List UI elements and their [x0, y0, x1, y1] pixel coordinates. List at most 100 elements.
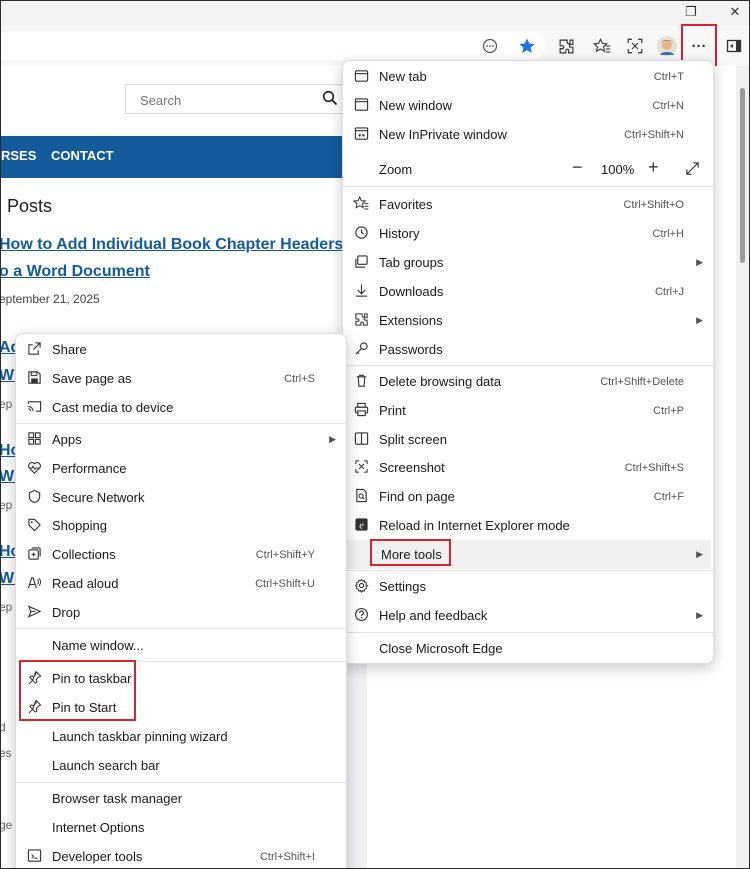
submenu-performance[interactable]: Performance: [16, 454, 346, 483]
menu-tab-groups[interactable]: Tab groups ▶: [343, 248, 713, 277]
menu-new-window[interactable]: New window Ctrl+N: [343, 91, 713, 120]
menu-shortcut: Ctrl+Shift+Delete: [600, 375, 684, 388]
menu-new-inprivate-window[interactable]: New InPrivate window Ctrl+Shift+N: [343, 120, 713, 149]
menu-label: Settings: [379, 579, 426, 594]
menu-delete-browsing-data[interactable]: Delete browsing data Ctrl+Shift+Delete: [343, 367, 713, 396]
collections-icon: [25, 546, 43, 564]
page-scrollbar[interactable]: [736, 66, 749, 868]
menu-shortcut: Ctrl+Shift+I: [259, 850, 315, 863]
submenu-browser-task-manager[interactable]: Browser task manager: [16, 784, 346, 813]
submenu-apps[interactable]: Apps ▶: [16, 425, 346, 454]
zoom-in-button[interactable]: +: [648, 157, 659, 178]
menu-label: Zoom: [379, 162, 413, 177]
cast-icon: [25, 399, 43, 417]
menu-find-on-page[interactable]: Find on page Ctrl+F: [343, 482, 713, 511]
submenu-internet-options[interactable]: Internet Options: [16, 813, 346, 842]
site-search[interactable]: [125, 84, 345, 114]
menu-label: Extensions: [379, 313, 443, 328]
menu-new-tab[interactable]: New tab Ctrl+T: [343, 62, 713, 91]
submenu-launch-pinning-wizard[interactable]: Launch taskbar pinning wizard: [16, 722, 346, 751]
submenu-developer-tools[interactable]: Developer tools Ctrl+Shift+I: [16, 842, 346, 868]
menu-label: Favorites: [379, 197, 433, 212]
address-bar[interactable]: [1, 32, 546, 60]
menu-label: Reload in Internet Explorer mode: [379, 518, 570, 533]
submenu-collections[interactable]: Collections Ctrl+Shift+Y: [16, 540, 346, 569]
chevron-right-icon: ▶: [696, 315, 703, 325]
chevron-right-icon: ▶: [696, 610, 703, 620]
pin-options-highlight: [19, 660, 136, 721]
shield-icon: [25, 489, 43, 507]
menu-shortcut: Ctrl+Shift+U: [255, 577, 315, 590]
history-icon: [352, 225, 370, 243]
menu-reload-ie-mode[interactable]: e Reload in Internet Explorer mode: [343, 511, 713, 540]
post-title-line-1[interactable]: How to Add Individual Book Chapter Heade…: [1, 236, 343, 254]
menu-settings[interactable]: Settings: [343, 572, 713, 601]
submenu-shopping[interactable]: Shopping: [16, 511, 346, 540]
inprivate-icon: [352, 126, 370, 144]
menu-label: Developer tools: [52, 849, 143, 864]
menu-split-screen[interactable]: Split screen: [343, 425, 713, 454]
menu-passwords[interactable]: Passwords: [343, 335, 713, 364]
more-tools-submenu: Share Save page as Ctrl+S Cast media to …: [15, 333, 347, 868]
send-icon: [25, 604, 43, 622]
submenu-read-aloud[interactable]: Read aloud Ctrl+Shift+U: [16, 569, 346, 598]
sidebar-toggle-icon[interactable]: [722, 34, 746, 58]
post-date: eptember 21, 2025: [0, 292, 100, 306]
menu-separator: [16, 423, 346, 424]
restore-icon[interactable]: ❐: [679, 4, 703, 20]
menu-separator: [16, 782, 346, 783]
extensions-icon[interactable]: [554, 34, 578, 58]
more-tools-highlight: [370, 539, 451, 566]
menu-print[interactable]: Print Ctrl+P: [343, 396, 713, 425]
submenu-launch-search-bar[interactable]: Launch search bar: [16, 751, 346, 780]
menu-help-and-feedback[interactable]: Help and feedback ▶: [343, 601, 713, 630]
tab-groups-icon: [352, 254, 370, 272]
menu-label: Browser task manager: [52, 791, 183, 806]
screenshot-icon[interactable]: [623, 34, 647, 58]
submenu-share[interactable]: Share: [16, 335, 346, 364]
developer-tools-icon: [25, 848, 43, 866]
menu-label: Save page as: [52, 371, 132, 386]
site-nav: RSES CONTACT: [1, 136, 345, 178]
page-actions-icon[interactable]: [478, 34, 502, 58]
profile-avatar-icon[interactable]: [655, 34, 679, 58]
menu-label: Cast media to device: [52, 400, 174, 415]
menu-extensions[interactable]: Extensions ▶: [343, 306, 713, 335]
menu-label: Split screen: [379, 432, 447, 447]
screenshot-icon: [352, 459, 370, 477]
printer-icon: [352, 402, 370, 420]
favorite-star-icon[interactable]: [515, 34, 539, 58]
fullscreen-icon[interactable]: [685, 161, 700, 179]
menu-label: Downloads: [379, 284, 444, 299]
menu-screenshot[interactable]: Screenshot Ctrl+Shift+S: [343, 453, 713, 482]
menu-favorites[interactable]: Favorites Ctrl+Shift+O: [343, 190, 713, 219]
submenu-name-window[interactable]: Name window...: [16, 631, 346, 660]
chevron-right-icon: ▶: [696, 257, 703, 267]
submenu-drop[interactable]: Drop: [16, 598, 346, 627]
menu-downloads[interactable]: Downloads Ctrl+J: [343, 277, 713, 306]
menu-label: Drop: [52, 605, 81, 620]
search-icon[interactable]: [322, 90, 338, 111]
post-title-line-2[interactable]: o a Word Document: [1, 263, 150, 281]
apps-icon: [25, 431, 43, 449]
submenu-cast-media[interactable]: Cast media to device: [16, 393, 346, 422]
menu-close-edge[interactable]: Close Microsoft Edge: [343, 634, 713, 663]
site-search-input[interactable]: [138, 92, 312, 109]
settings-menu: New tab Ctrl+T New window Ctrl+N New InP…: [342, 60, 714, 664]
partial-date: ep: [0, 498, 13, 512]
scrollbar-thumb[interactable]: [740, 88, 745, 263]
favorites-icon: [352, 195, 370, 214]
menu-separator: [343, 365, 713, 366]
submenu-save-page-as[interactable]: Save page as Ctrl+S: [16, 364, 346, 393]
menu-label: Close Microsoft Edge: [379, 641, 503, 656]
nav-contact[interactable]: CONTACT: [51, 148, 114, 163]
favorites-bar-icon[interactable]: [590, 34, 614, 58]
menu-label: Launch search bar: [52, 758, 160, 773]
menu-history[interactable]: History Ctrl+H: [343, 219, 713, 248]
close-window-icon[interactable]: ✕: [723, 4, 747, 20]
trash-icon: [352, 373, 370, 391]
nav-courses[interactable]: RSES: [1, 148, 36, 163]
menu-label: Tab groups: [379, 255, 444, 270]
submenu-secure-network[interactable]: Secure Network: [16, 483, 346, 512]
zoom-out-button[interactable]: −: [572, 157, 583, 178]
